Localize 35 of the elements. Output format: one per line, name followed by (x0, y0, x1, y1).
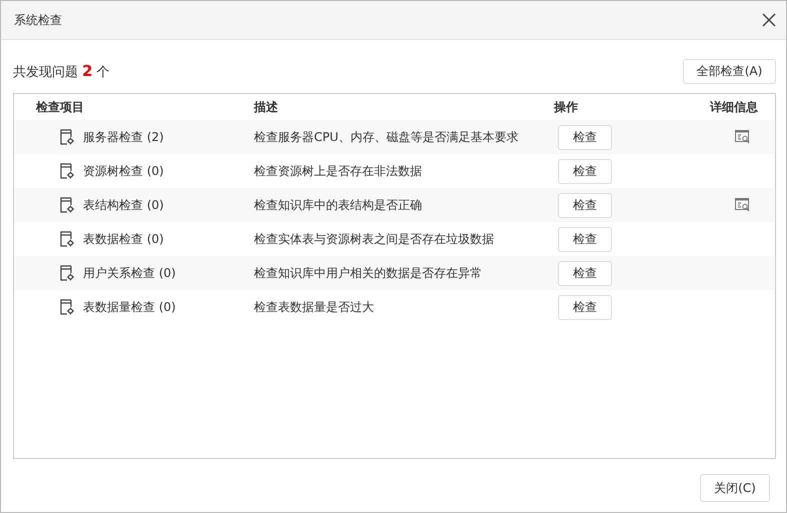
window-title: 系统检查 (14, 12, 62, 28)
check-description: 检查实体表与资源树表之间是否存在垃圾数据 (254, 230, 495, 248)
column-header: 操作 (554, 98, 579, 116)
column-header: 描述 (254, 98, 279, 116)
check-item-name: 表数据量检查 (0) (83, 298, 176, 316)
check-description: 检查表数据量是否过大 (254, 298, 375, 316)
summary-text: 共发现问题 2 个 (13, 62, 110, 80)
check-all-button[interactable]: 全部检查(A) (683, 58, 776, 84)
details-icon[interactable] (735, 130, 751, 144)
check-description: 检查资源树上是否存在非法数据 (254, 162, 423, 180)
check-button[interactable]: 检查 (558, 226, 612, 252)
document-gear-icon (60, 197, 75, 213)
check-item-name: 服务器检查 (2) (83, 128, 164, 146)
check-button[interactable]: 检查 (558, 260, 612, 286)
check-item-name: 资源树检查 (0) (83, 162, 164, 180)
close-icon[interactable] (762, 13, 776, 27)
check-item-name: 表数据检查 (0) (83, 230, 164, 248)
document-gear-icon (60, 129, 75, 145)
check-item-name: 表结构检查 (0) (83, 196, 164, 214)
document-gear-icon (60, 265, 75, 281)
check-button[interactable]: 检查 (558, 192, 612, 218)
check-description: 检查服务器CPU、内存、磁盘等是否满足基本要求 (254, 128, 520, 146)
check-button[interactable]: 检查 (558, 294, 612, 320)
document-gear-icon (60, 299, 75, 315)
details-icon[interactable] (735, 198, 751, 212)
document-gear-icon (60, 163, 75, 179)
close-button[interactable]: 关闭(C) (700, 474, 770, 502)
check-button[interactable]: 检查 (558, 158, 612, 184)
column-header: 检查项目 (34, 98, 85, 116)
check-description: 检查知识库中用户相关的数据是否存在异常 (254, 264, 483, 282)
check-button[interactable]: 检查 (558, 124, 612, 150)
column-header: 详细信息 (708, 98, 759, 116)
check-description: 检查知识库中的表结构是否正确 (254, 196, 423, 214)
check-item-name: 用户关系检查 (0) (83, 264, 176, 282)
document-gear-icon (60, 231, 75, 247)
